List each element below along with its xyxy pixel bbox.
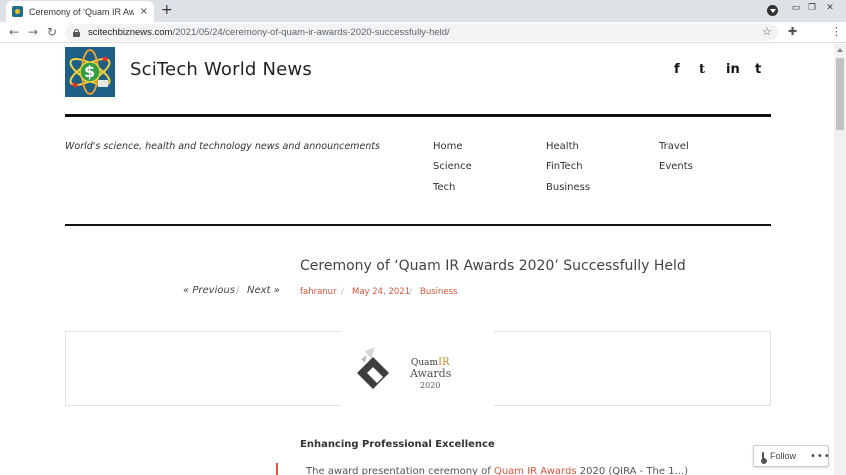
menu-item-fintech[interactable]: FinTech	[546, 161, 583, 172]
follow-button[interactable]: Follow •••	[753, 445, 831, 467]
more-options-icon[interactable]: •••	[810, 451, 831, 462]
address-toolbar: ← → ↻ scitechbiznews.com/2021/05/24/cere…	[0, 22, 846, 43]
content-divider	[65, 224, 771, 226]
body-link[interactable]: Quam IR Awards	[494, 466, 577, 475]
new-tab-button[interactable]: +	[161, 2, 173, 18]
meta-separator: /	[341, 287, 344, 297]
body-text: 2020 (QIRA - The 1...)	[579, 466, 689, 475]
twitter-icon[interactable]: t	[699, 62, 705, 77]
scroll-up-icon[interactable]	[837, 48, 843, 52]
bookmark-star-icon[interactable]: ☆	[762, 25, 772, 38]
menu-item-business[interactable]: Business	[546, 182, 590, 193]
post-nav-separator: /	[236, 285, 240, 296]
menu-item-health[interactable]: Health	[546, 141, 579, 152]
reload-icon[interactable]: ↻	[47, 25, 57, 39]
web-page: $ SciTech World News f t in t World's sc…	[0, 44, 834, 475]
lock-icon	[73, 28, 80, 37]
article-subheading: Enhancing Professional Excellence	[300, 439, 495, 450]
page-scrollbar[interactable]	[834, 44, 846, 475]
profile-menu-icon[interactable]	[767, 5, 778, 16]
browser-tab-bar: Ceremony of ‘Quam IR Awards 2 × + ▭ ❐ ✕	[0, 0, 846, 22]
tumblr-icon[interactable]: t	[755, 62, 761, 77]
next-post-link[interactable]: Next »	[247, 285, 280, 296]
post-author-link[interactable]: fahranur	[300, 287, 337, 297]
award-line-year: 2020	[420, 381, 441, 390]
post-category-link[interactable]: Business	[420, 287, 457, 297]
favicon-icon	[12, 6, 23, 17]
featured-image: QuamIR Awards 2020	[341, 329, 494, 419]
close-window-icon[interactable]: ✕	[824, 3, 836, 13]
address-bar[interactable]: scitechbiznews.com/2021/05/24/ceremony-o…	[65, 24, 778, 41]
site-tagline: World's science, health and technology n…	[65, 141, 380, 152]
article-first-line: The award presentation ceremony of Quam …	[306, 466, 688, 475]
url-host: scitechbiznews.com	[88, 27, 173, 38]
follow-icon	[761, 451, 767, 464]
logo-badge-text: $	[84, 62, 96, 81]
menu-item-travel[interactable]: Travel	[659, 141, 689, 152]
meta-separator: /	[409, 287, 412, 297]
post-title: Ceremony of ‘Quam IR Awards 2020’ Succes…	[300, 258, 686, 274]
forward-icon[interactable]: →	[28, 25, 38, 39]
extensions-icon[interactable]: ✚	[788, 25, 797, 38]
header-divider	[65, 114, 771, 117]
post-date-link[interactable]: May 24, 2021	[352, 287, 410, 297]
browser-tab[interactable]: Ceremony of ‘Quam IR Awards 2 ×	[6, 1, 154, 22]
menu-item-home[interactable]: Home	[433, 141, 463, 152]
follow-label: Follow	[770, 451, 797, 461]
browser-menu-icon[interactable]: ⋮	[831, 25, 842, 38]
previous-post-link[interactable]: « Previous	[183, 285, 235, 296]
menu-item-science[interactable]: Science	[433, 161, 472, 172]
facebook-icon[interactable]: f	[674, 62, 680, 77]
body-text: The award presentation ceremony of	[306, 466, 491, 475]
tab-close-icon[interactable]: ×	[140, 6, 148, 17]
site-title[interactable]: SciTech World News	[130, 59, 312, 80]
tab-title: Ceremony of ‘Quam IR Awards 2	[29, 6, 134, 17]
menu-item-tech[interactable]: Tech	[433, 182, 455, 193]
menu-item-events[interactable]: Events	[659, 161, 693, 172]
linkedin-icon[interactable]: in	[726, 62, 740, 77]
scroll-thumb[interactable]	[836, 58, 844, 130]
site-logo[interactable]: $	[65, 47, 115, 97]
minimize-icon[interactable]: ▭	[790, 3, 802, 13]
quote-marker	[276, 463, 278, 475]
award-line-awards: Awards	[410, 367, 452, 380]
restore-icon[interactable]: ❐	[806, 3, 818, 13]
url-path: /2021/05/24/ceremony-of-quam-ir-awards-2…	[172, 27, 450, 38]
back-icon[interactable]: ←	[9, 25, 19, 39]
url-text: scitechbiznews.com/2021/05/24/ceremony-o…	[88, 27, 450, 38]
